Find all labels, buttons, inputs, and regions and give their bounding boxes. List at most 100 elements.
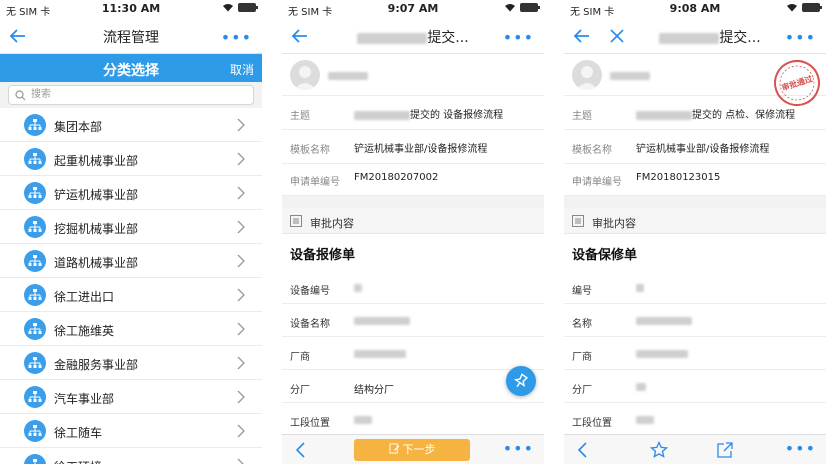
list-item-label: 集团本部 (54, 120, 103, 134)
form-row: 厂商 (282, 338, 544, 370)
template-field: 模板名称 铲运机械事业部/设备报修流程 (282, 130, 544, 164)
list-item-label: 徐工施维英 (54, 324, 115, 338)
form-row-label: 名称 (572, 319, 592, 330)
floating-action-button[interactable] (506, 366, 536, 396)
list-item[interactable]: 集团本部 (0, 108, 262, 142)
wifi-icon (505, 4, 515, 12)
list-item-label: 起重机械事业部 (54, 154, 139, 168)
list-item[interactable]: 汽车事业部 (0, 380, 262, 414)
page-title: 提交... (322, 27, 504, 47)
page-title-text: 提交... (719, 30, 761, 46)
form-row-value-redacted (636, 383, 646, 391)
list-item[interactable]: 金融服务事业部 (0, 346, 262, 380)
form-row: 分厂 结构分厂 (282, 371, 544, 403)
list-item[interactable]: 起重机械事业部 (0, 142, 262, 176)
request-number-value: FM20180207002 (354, 172, 439, 183)
list-item-label: 汽车事业部 (54, 392, 115, 406)
chevron-right-icon (237, 118, 245, 132)
list-item[interactable]: 徐工随车 (0, 414, 262, 448)
wifi-icon (223, 4, 233, 12)
list-item-label: 徐工环境 (54, 458, 102, 464)
section-divider (282, 196, 544, 208)
list-item[interactable]: 挖掘机械事业部 (0, 210, 262, 244)
more-actions-button[interactable]: ••• (503, 439, 534, 458)
list-item[interactable]: 道路机械事业部 (0, 244, 262, 278)
form-row-label: 设备编号 (290, 286, 330, 297)
category-header: 分类选择 取消 (0, 54, 262, 82)
request-number-field: 申请单编号 FM20180123015 (564, 162, 826, 196)
back-chevron-icon[interactable] (294, 442, 306, 458)
list-item-label: 道路机械事业部 (54, 256, 139, 270)
template-field: 模板名称 铲运机械事业部/设备报修流程 (564, 130, 826, 164)
back-arrow-icon[interactable] (290, 26, 310, 46)
form-row-value-redacted (636, 284, 644, 292)
org-chart-icon (24, 148, 46, 170)
org-chart-icon (24, 216, 46, 238)
wifi-icon (787, 4, 797, 12)
cancel-button[interactable]: 取消 (230, 61, 254, 78)
org-chart-icon (24, 352, 46, 374)
form-row-label: 厂商 (290, 352, 310, 363)
chevron-right-icon (237, 390, 245, 404)
bottom-toolbar: ••• (564, 434, 826, 464)
form-row-label: 工段位置 (572, 418, 612, 429)
submitter-name (328, 72, 368, 80)
status-bar: 无 SIM 卡 11:30 AM (0, 0, 262, 18)
search-input[interactable]: 搜索 (8, 85, 254, 105)
form-row-value-redacted (354, 284, 362, 292)
more-menu-button[interactable]: ••• (785, 28, 816, 47)
list-item-label: 徐工随车 (54, 426, 103, 440)
list-item-label: 挖掘机械事业部 (54, 222, 139, 236)
share-icon[interactable] (716, 441, 734, 459)
next-step-button[interactable]: 下一步 (354, 439, 470, 461)
template-value: 铲运机械事业部/设备报修流程 (354, 144, 488, 155)
back-arrow-icon[interactable] (8, 26, 28, 46)
avatar[interactable] (572, 60, 602, 90)
form-row-label: 工段位置 (290, 418, 330, 429)
template-label: 模板名称 (290, 145, 330, 156)
avatar[interactable] (290, 60, 320, 90)
list-item[interactable]: 徐工施维英 (0, 312, 262, 346)
more-menu-button[interactable]: ••• (503, 28, 534, 47)
request-number-field: 申请单编号 FM20180207002 (282, 162, 544, 196)
chevron-right-icon (237, 220, 245, 234)
list-icon (290, 215, 302, 227)
close-icon[interactable] (608, 27, 626, 45)
screen-category-select: 无 SIM 卡 11:30 AM 流程管理 ••• 分类选择 取消 搜索 集团本… (0, 0, 262, 464)
page-title-text: 提交... (427, 30, 469, 46)
approval-section-title: 审批内容 (310, 217, 354, 230)
battery-icon (238, 3, 258, 12)
section-divider (564, 196, 826, 208)
back-chevron-icon[interactable] (576, 442, 588, 458)
form-row: 工段位置 (564, 404, 826, 436)
chevron-right-icon (237, 288, 245, 302)
back-arrow-icon[interactable] (572, 26, 592, 46)
list-item[interactable]: 徐工进出口 (0, 278, 262, 312)
approval-section-header: 审批内容 (564, 208, 826, 234)
next-step-label: 下一步 (402, 443, 436, 456)
form-title: 设备报修单 (290, 248, 356, 263)
request-number-label: 申请单编号 (290, 177, 340, 188)
list-item[interactable]: 铲运机械事业部 (0, 176, 262, 210)
list-item[interactable]: 徐工环境 (0, 448, 262, 464)
submitter-name (610, 72, 650, 80)
subject-field: 主题 提交的 点检、保修流程 (564, 96, 826, 130)
person-icon (576, 66, 598, 90)
subject-value: 提交的 点检、保修流程 (636, 106, 795, 121)
battery-icon (520, 3, 540, 12)
chevron-right-icon (237, 424, 245, 438)
form-row: 厂商 (564, 338, 826, 370)
org-chart-icon (24, 454, 46, 464)
page-title: 流程管理 (103, 30, 159, 46)
top-nav: 提交... ••• (282, 18, 544, 54)
template-label: 模板名称 (572, 145, 612, 156)
star-icon[interactable] (650, 441, 668, 459)
more-actions-button[interactable]: ••• (785, 439, 816, 458)
template-value: 铲运机械事业部/设备报修流程 (636, 144, 770, 155)
subject-label: 主题 (572, 111, 592, 122)
form-row: 编号 (564, 272, 826, 304)
more-menu-button[interactable]: ••• (221, 28, 252, 47)
list-item-label: 徐工进出口 (54, 290, 115, 304)
form-row-value-redacted (636, 350, 688, 358)
org-chart-icon (24, 182, 46, 204)
